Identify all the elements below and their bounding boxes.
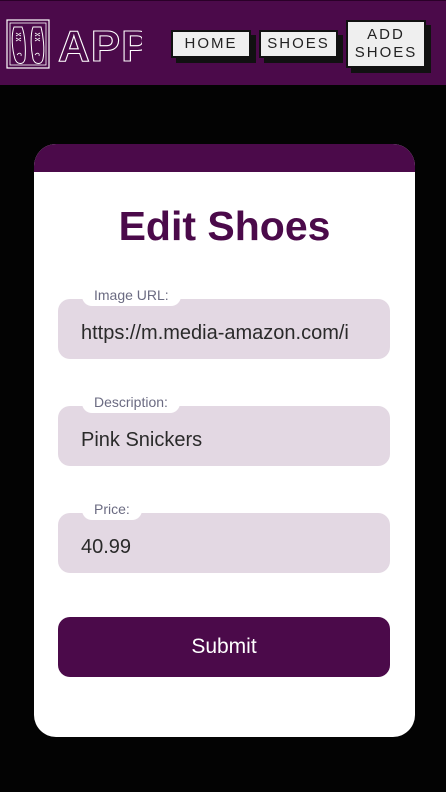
app-logo-text: APP [58,23,142,67]
description-label: Description: [82,392,180,413]
card-header-bar [34,144,415,172]
logo-text: APP [58,23,142,67]
submit-button[interactable]: Submit [58,617,390,677]
navbar: APP HOME SHOES ADD SHOES [0,0,446,85]
price-field: Price: [58,499,390,573]
shoe-logo-icon[interactable] [6,19,50,69]
description-input[interactable] [58,406,390,466]
nav-add-shoes-button[interactable]: ADD SHOES [346,20,426,68]
edit-shoes-card: Edit Shoes Image URL: Description: Price… [34,144,415,737]
description-field: Description: [58,392,390,466]
nav-shoes-button[interactable]: SHOES [259,30,338,58]
price-input[interactable] [58,513,390,573]
page-title: Edit Shoes [118,203,331,249]
nav-home-button[interactable]: HOME [171,30,251,58]
image-url-label: Image URL: [82,285,181,306]
image-url-field: Image URL: [58,285,390,359]
image-url-input[interactable] [58,299,390,359]
price-label: Price: [82,499,142,520]
